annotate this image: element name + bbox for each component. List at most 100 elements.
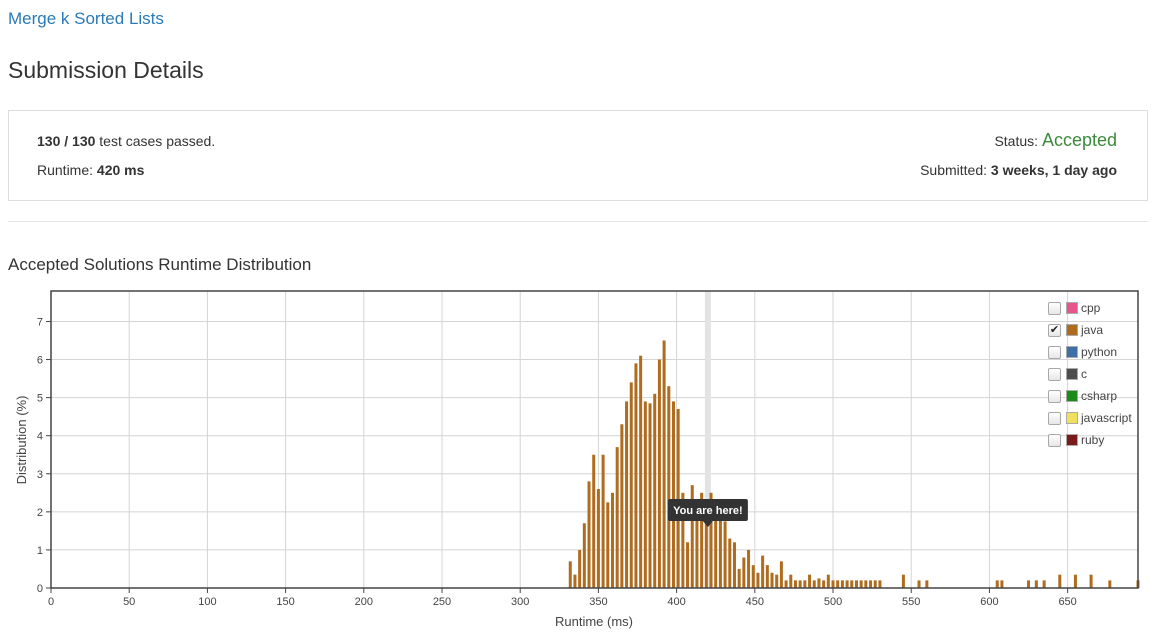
legend-label: cpp [1081,301,1101,315]
bar [592,454,596,588]
submitted-value: 3 weeks, 1 day ago [990,162,1117,178]
y-tick-label: 4 [37,431,43,443]
runtime-summary: Runtime: 420 ms [37,162,144,178]
bar [686,542,690,588]
legend-checkbox[interactable] [1048,389,1061,403]
legend-checkbox[interactable] [1048,433,1061,447]
x-axis-label: Runtime (ms) [555,614,633,629]
bar [1027,580,1031,588]
legend-item-python[interactable]: python [1046,341,1146,363]
status-value: Accepted [1041,130,1117,150]
bar [995,580,999,588]
x-tick-label: 100 [198,596,216,608]
bar [789,574,793,588]
y-tick-label: 7 [37,316,43,328]
legend-color-swatch [1066,324,1078,336]
problem-title-link[interactable]: Merge k Sorted Lists [8,9,164,29]
bar [601,454,605,588]
legend-item-java[interactable]: ✔ java [1046,319,1146,341]
x-tick-label: 400 [667,596,685,608]
y-tick-label: 2 [37,507,43,519]
bar [878,580,882,588]
legend-item-ruby[interactable]: ruby [1046,429,1146,451]
legend-item-cpp[interactable]: cpp [1046,297,1146,319]
legend-label: python [1081,345,1118,359]
legend-item-csharp[interactable]: csharp [1046,385,1146,407]
bar [629,382,633,588]
count-separator: / [64,133,69,149]
total-count: 130 [72,133,96,149]
x-tick-label: 50 [123,596,135,608]
x-tick-label: 300 [511,596,529,608]
legend-checkbox[interactable] [1048,345,1061,359]
x-tick-label: 500 [824,596,842,608]
bar [1108,580,1112,588]
bar [639,355,643,588]
bar [770,572,774,588]
bar [662,340,666,588]
bar [845,580,849,588]
bar [901,574,905,588]
bar [775,574,779,588]
bar [864,580,868,588]
legend-color-swatch [1066,412,1078,424]
submission-summary-panel: 130 / 130 test cases passed. Runtime: 42… [8,110,1148,201]
bar [761,555,765,588]
x-tick-label: 550 [902,596,920,608]
x-tick-label: 350 [589,596,607,608]
passed-suffix: test cases passed. [99,133,216,149]
x-tick-label: 450 [746,596,764,608]
legend-label: javascript [1081,411,1132,425]
legend-item-javascript[interactable]: javascript [1046,407,1146,429]
legend-color-swatch [1066,390,1078,402]
bar [779,561,783,588]
y-tick-label: 1 [37,545,43,557]
x-tick-label: 650 [1058,596,1076,608]
legend-checkbox[interactable]: ✔ [1048,323,1061,337]
y-tick-label: 0 [37,583,43,595]
bar [578,549,582,588]
bar [723,521,727,588]
runtime-distribution-chart: 0 50 100 150 200 250 300 350 400 450 500 550 600 650 0… [14,290,1140,629]
bar [784,580,788,588]
bar [917,580,921,588]
bar [793,580,797,588]
page-title: Submission Details [8,57,204,83]
passed-count: 130 [37,133,61,149]
bar [836,580,840,588]
legend-checkbox[interactable] [1048,367,1061,381]
bar [587,481,591,588]
bar [747,549,751,588]
bar [859,580,863,588]
bar [737,568,741,588]
submitted-summary: Submitted: 3 weeks, 1 day ago [920,162,1117,178]
bar [756,572,760,588]
bar [657,359,661,588]
bar [695,511,699,588]
bar [596,489,600,588]
language-legend: cpp ✔ java python c csharp javascript ruby [1046,297,1146,451]
legend-checkbox[interactable] [1048,411,1061,425]
y-tick-label: 6 [37,355,43,367]
bar [625,401,629,588]
legend-color-swatch [1066,302,1078,314]
legend-label: java [1081,323,1104,337]
bar [822,580,826,588]
status-label: Status: [994,133,1039,149]
bar [925,580,929,588]
bar [808,574,812,588]
bar [606,502,610,588]
bar [653,393,657,588]
bar [742,557,746,588]
legend-label: csharp [1081,389,1118,403]
x-tick-label: 150 [276,596,294,608]
x-tick-label: 600 [980,596,998,608]
section-divider [8,221,1148,222]
legend-item-c[interactable]: c [1046,363,1146,385]
bar [648,403,652,588]
legend-checkbox[interactable] [1048,301,1061,315]
runtime-label: Runtime: [37,162,94,178]
bar [573,574,577,588]
bar [615,447,619,588]
bar [1058,574,1062,588]
